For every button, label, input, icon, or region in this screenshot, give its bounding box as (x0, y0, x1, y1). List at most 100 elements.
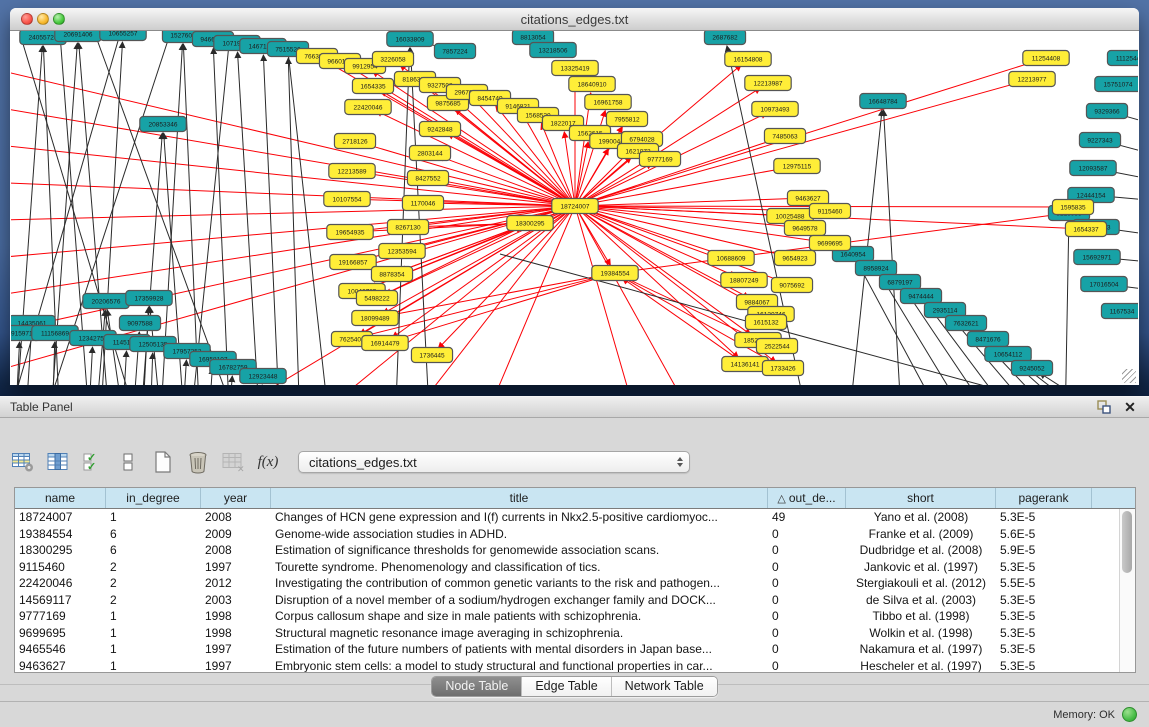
table-row[interactable]: 1938455462009Genome-wide association stu… (15, 526, 1135, 543)
cell-out-de-[interactable]: 0 (768, 560, 846, 574)
cell-title[interactable]: Corpus callosum shape and size in male p… (271, 609, 768, 623)
zoom-window-icon[interactable] (53, 13, 65, 25)
cell-out-de-[interactable]: 0 (768, 593, 846, 607)
table-row[interactable]: 1456911722003Disruption of a novel membe… (15, 592, 1135, 609)
column-header-short[interactable]: short (846, 488, 996, 508)
column-checklist-icon[interactable]: ✓ ✓ (80, 449, 106, 475)
cell-year[interactable]: 2009 (201, 527, 271, 541)
graph-edge[interactable] (1065, 222, 1069, 385)
cell-pagerank[interactable]: 5.5E-5 (996, 576, 1092, 590)
close-window-icon[interactable] (21, 13, 33, 25)
cell-name[interactable]: 9465546 (15, 642, 106, 656)
column-header-title[interactable]: title (271, 488, 768, 508)
cell-pagerank[interactable]: 5.3E-5 (996, 642, 1092, 656)
cell-name[interactable]: 14569117 (15, 593, 106, 607)
tab-network-table[interactable]: Network Table (611, 677, 717, 696)
cell-short[interactable]: Hescheler et al. (1997) (846, 659, 996, 673)
citation-network-graph[interactable]: 1872400718300295240557242069140610655257… (11, 31, 1138, 385)
graph-edge[interactable] (238, 52, 260, 385)
cell-year[interactable]: 1998 (201, 626, 271, 640)
cell-title[interactable]: Investigating the contribution of common… (271, 576, 768, 590)
cell-in-degree[interactable]: 1 (106, 659, 201, 673)
cell-title[interactable]: Tourette syndrome. Phenomenology and cla… (271, 560, 768, 574)
graph-edge[interactable] (263, 55, 280, 385)
table-row[interactable]: 946554611997Estimation of the future num… (15, 641, 1135, 658)
cell-in-degree[interactable]: 1 (106, 510, 201, 524)
window-resize-grip[interactable] (1122, 369, 1136, 383)
cell-short[interactable]: Yano et al. (2008) (846, 510, 996, 524)
cell-in-degree[interactable]: 1 (106, 626, 201, 640)
graph-edge[interactable] (213, 48, 230, 385)
cell-out-de-[interactable]: 0 (768, 659, 846, 673)
column-header-out-de-[interactable]: △out_de... (768, 488, 846, 508)
graph-edge[interactable] (11, 206, 567, 221)
graph-edge[interactable] (95, 34, 240, 385)
table-row[interactable]: 2242004622012Investigating the contribut… (15, 575, 1135, 592)
graph-edge[interactable] (579, 213, 700, 385)
graph-edge[interactable] (884, 110, 902, 385)
graph-edge[interactable] (288, 51, 330, 385)
cell-title[interactable]: Disruption of a novel member of a sodium… (271, 593, 768, 607)
cell-in-degree[interactable]: 2 (106, 576, 201, 590)
cell-pagerank[interactable]: 5.3E-5 (996, 510, 1092, 524)
cell-year[interactable]: 2008 (201, 543, 271, 557)
column-header-pagerank[interactable]: pagerank (996, 488, 1092, 508)
graph-edge[interactable] (228, 376, 232, 385)
cell-pagerank[interactable]: 5.9E-5 (996, 543, 1092, 557)
cell-name[interactable]: 22420046 (15, 576, 106, 590)
cell-title[interactable]: Estimation of significance thresholds fo… (271, 543, 768, 557)
cell-year[interactable]: 1998 (201, 609, 271, 623)
table-scrollbar[interactable] (1119, 509, 1135, 672)
table-row[interactable]: 946362711997Embryonic stem cells: a mode… (15, 658, 1135, 674)
cell-year[interactable]: 2008 (201, 510, 271, 524)
graph-edge[interactable] (183, 44, 200, 385)
cell-short[interactable]: de Silva et al. (2003) (846, 593, 996, 607)
cell-name[interactable]: 9115460 (15, 560, 106, 574)
cell-year[interactable]: 1997 (201, 560, 271, 574)
cell-title[interactable]: Estimation of the future numbers of pati… (271, 642, 768, 656)
function-icon[interactable]: f(x) (255, 449, 281, 475)
graph-edge[interactable] (150, 353, 153, 385)
delete-icon[interactable] (185, 449, 211, 475)
cell-title[interactable]: Changes of HCN gene expression and I(f) … (271, 510, 768, 524)
cell-out-de-[interactable]: 0 (768, 543, 846, 557)
table-settings-icon[interactable] (10, 449, 36, 475)
cell-out-de-[interactable]: 0 (768, 576, 846, 590)
cell-year[interactable]: 1997 (201, 659, 271, 673)
memory-status-icon[interactable] (1122, 707, 1137, 722)
cell-short[interactable]: Tibbo et al. (1998) (846, 609, 996, 623)
graph-edge[interactable] (88, 347, 93, 385)
column-header-in-degree[interactable]: in_degree (106, 488, 201, 508)
select-columns-icon[interactable] (45, 449, 71, 475)
graph-edge[interactable] (622, 278, 738, 359)
cell-name[interactable]: 9463627 (15, 659, 106, 673)
table-row[interactable]: 1830029562008Estimation of significance … (15, 542, 1135, 559)
cell-title[interactable]: Embryonic stem cells: a model to study s… (271, 659, 768, 673)
cell-pagerank[interactable]: 5.3E-5 (996, 626, 1092, 640)
table-row[interactable]: 1872400712008Changes of HCN gene express… (15, 509, 1135, 526)
minimize-window-icon[interactable] (37, 13, 49, 25)
cell-year[interactable]: 1997 (201, 642, 271, 656)
graph-edge[interactable] (358, 223, 521, 231)
cell-short[interactable]: Wolkin et al. (1998) (846, 626, 996, 640)
cell-pagerank[interactable]: 5.3E-5 (996, 609, 1092, 623)
row-height-icon[interactable] (115, 449, 141, 475)
column-header-name[interactable]: name (15, 488, 106, 508)
window-titlebar[interactable]: citations_edges.txt (10, 8, 1139, 31)
cell-year[interactable]: 2012 (201, 576, 271, 590)
cell-in-degree[interactable]: 2 (106, 560, 201, 574)
cell-pagerank[interactable]: 5.3E-5 (996, 560, 1092, 574)
cell-short[interactable]: Stergiakouli et al. (2012) (846, 576, 996, 590)
graph-edge[interactable] (1040, 373, 1130, 385)
cell-pagerank[interactable]: 5.3E-5 (996, 593, 1092, 607)
cell-name[interactable]: 9777169 (15, 609, 106, 623)
graph-edge[interactable] (564, 132, 574, 198)
graph-edge[interactable] (583, 198, 799, 205)
cell-name[interactable]: 18724007 (15, 510, 106, 524)
cell-name[interactable]: 18300295 (15, 543, 106, 557)
graph-edge[interactable] (52, 342, 55, 385)
cell-short[interactable]: Jankovic et al. (1997) (846, 560, 996, 574)
cell-out-de-[interactable]: 0 (768, 527, 846, 541)
graph-edge[interactable] (160, 44, 182, 385)
cell-out-de-[interactable]: 0 (768, 642, 846, 656)
